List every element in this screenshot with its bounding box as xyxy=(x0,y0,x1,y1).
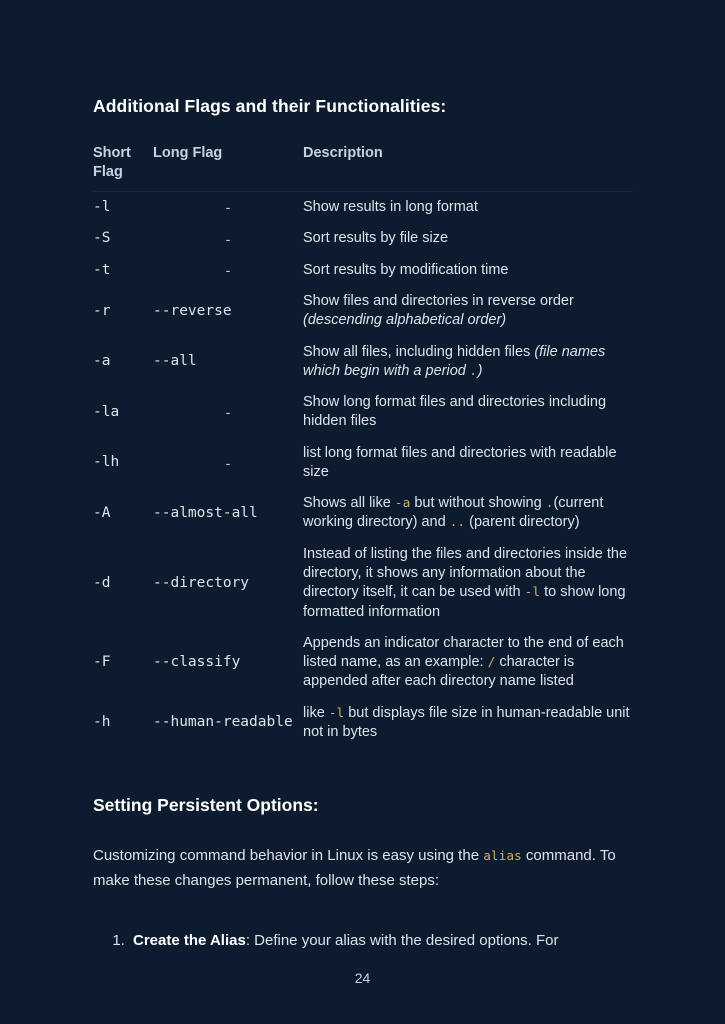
cell-short-flag: -S xyxy=(93,230,111,247)
page-content: Additional Flags and their Functionaliti… xyxy=(93,96,633,953)
cell-description: Sort results by modification time xyxy=(303,261,509,278)
column-header-short-flag: Short Flag xyxy=(93,144,153,193)
column-header-description: Description xyxy=(303,144,633,193)
cell-description: Instead of listing the files and directo… xyxy=(303,545,628,620)
cell-short-flag: -la xyxy=(93,403,120,420)
table-row: -S - Sort results by file size xyxy=(93,223,633,254)
table-row: -lh - list long format files and directori… xyxy=(93,438,633,489)
cell-long-flag: --all xyxy=(153,353,197,370)
table-row: -t - Sort results by modification time xyxy=(93,255,633,286)
cell-short-flag: -d xyxy=(93,574,111,591)
table-row: -A --almost-all Shows all like -a but with… xyxy=(93,488,633,539)
table-row: -h --human-readable like -l but displays f… xyxy=(93,698,633,749)
table-row: -l - Show results in long format xyxy=(93,192,633,224)
cell-long-flag: --almost-all xyxy=(153,504,258,521)
cell-description: Show all files, including hidden files (… xyxy=(303,343,606,379)
table-row: -F --classify Appends an indicator charact… xyxy=(93,628,633,698)
list-item: Create the Alias: Define your alias with… xyxy=(129,929,633,953)
column-header-long-flag: Long Flag xyxy=(153,144,303,193)
cell-long-flag: --human-readable xyxy=(153,714,293,731)
cell-short-flag: -h xyxy=(93,714,111,731)
cell-long-flag: - xyxy=(225,199,231,216)
cell-description: Show results in long format xyxy=(303,199,478,216)
cell-description: Appends an indicator character to the en… xyxy=(303,634,624,690)
cell-description: list long format files and directories w… xyxy=(303,444,617,480)
flags-table-body: -l - Show results in long format -S - Sort re… xyxy=(93,192,633,749)
cell-description: Show files and directories in reverse or… xyxy=(303,292,574,329)
table-header-row: Short Flag Long Flag Description xyxy=(93,144,633,193)
cell-description: like -l but displays file size in human-… xyxy=(303,704,630,740)
cell-long-flag: - xyxy=(225,454,231,471)
cell-long-flag: - xyxy=(225,404,231,421)
cell-long-flag: - xyxy=(225,230,231,247)
cell-long-flag: - xyxy=(225,261,231,278)
cell-short-flag: -a xyxy=(93,353,111,370)
table-row: -d --directory Instead of listing the file… xyxy=(93,539,633,628)
flags-table-header: Short Flag Long Flag Description xyxy=(93,144,633,193)
cell-description: Shows all like -a but without showing .(… xyxy=(303,495,604,531)
cell-short-flag: -lh xyxy=(93,454,120,471)
document-page: Additional Flags and their Functionaliti… xyxy=(0,0,725,1024)
cell-short-flag: -t xyxy=(93,261,111,278)
steps-list: Create the Alias: Define your alias with… xyxy=(93,929,633,953)
table-row: -a --all Show all files, including hidden … xyxy=(93,337,633,388)
cell-short-flag: -l xyxy=(93,199,111,216)
cell-short-flag: -r xyxy=(93,302,111,319)
persistent-options-title: Setting Persistent Options: xyxy=(93,795,319,816)
table-row: -r --reverse Show files and directories in… xyxy=(93,286,633,337)
cell-long-flag: --classify xyxy=(153,654,241,671)
persistent-options-paragraph: Customizing command behavior in Linux is… xyxy=(93,847,616,889)
flags-table: Short Flag Long Flag Description -l - Show… xyxy=(93,144,633,748)
cell-short-flag: -F xyxy=(93,654,111,671)
cell-description: Show long format files and directories i… xyxy=(303,394,607,430)
cell-long-flag: --directory xyxy=(153,574,250,591)
cell-long-flag: --reverse xyxy=(153,302,232,319)
page-number: 24 xyxy=(354,970,371,986)
cell-short-flag: -A xyxy=(93,504,111,521)
page-title: Additional Flags and their Functionaliti… xyxy=(93,96,447,116)
table-row: -la - Show long format files and directori… xyxy=(93,387,633,438)
cell-description: Sort results by file size xyxy=(303,230,449,247)
